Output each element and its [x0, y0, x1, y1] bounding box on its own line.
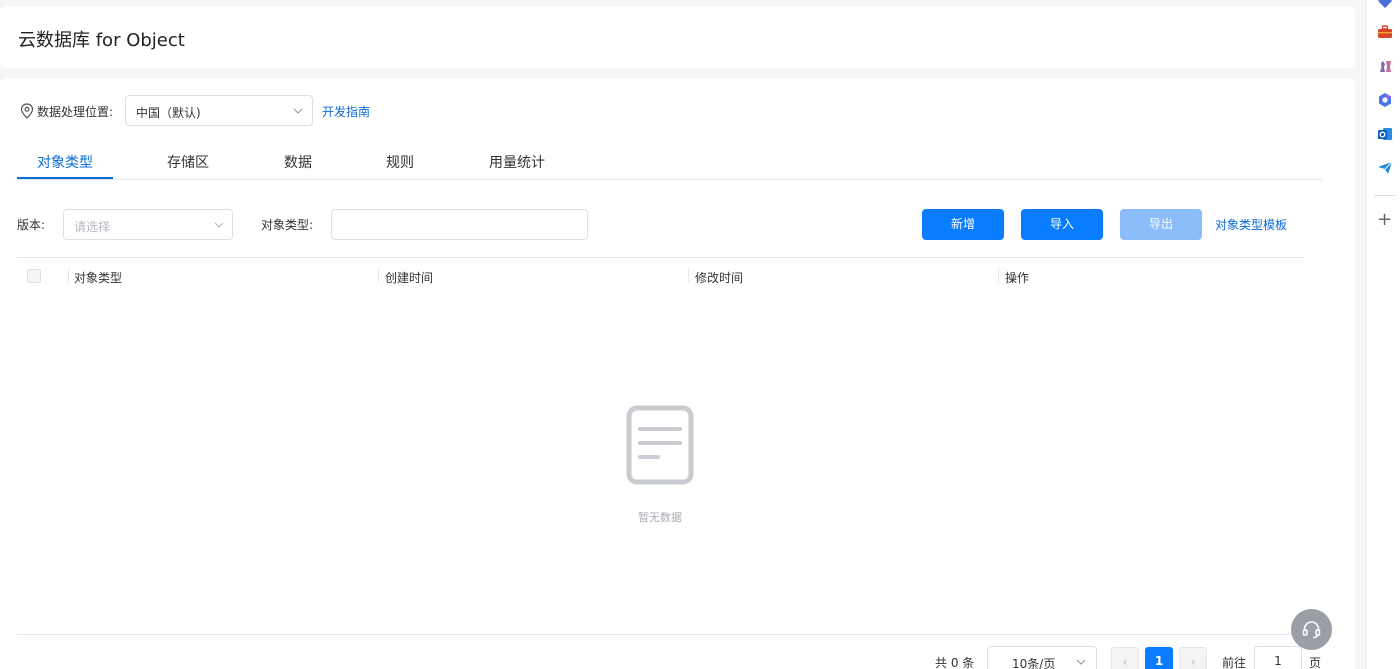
column-header-object-type: 对象类型 [74, 271, 123, 285]
chevron-down-icon [1076, 659, 1086, 665]
tab-bar: 对象类型 存储区 数据 规则 用量统计 [17, 145, 1322, 180]
version-label: 版本: [17, 218, 46, 232]
customer-support-button[interactable] [1291, 609, 1332, 650]
select-all-checkbox[interactable] [27, 269, 41, 283]
column-header-created-time: 创建时间 [385, 271, 434, 285]
tab-usage-stats[interactable]: 用量统计 [489, 152, 545, 172]
dev-guide-link[interactable]: 开发指南 [322, 103, 370, 120]
location-select[interactable]: 中国（默认) [125, 95, 313, 126]
location-selected-value: 中国（默认) [136, 106, 201, 120]
tab-storage-zone[interactable]: 存储区 [167, 152, 209, 172]
version-select[interactable]: 请选择 [63, 209, 233, 240]
tab-data[interactable]: 数据 [284, 152, 312, 172]
import-button[interactable]: 导入 [1021, 209, 1103, 240]
add-button[interactable]: 新增 [922, 209, 1004, 240]
chevron-down-icon [214, 222, 224, 228]
prev-page-button[interactable]: ‹ [1111, 647, 1139, 669]
object-type-label: 对象类型: [261, 218, 314, 232]
empty-state-text: 暂无数据 [638, 511, 682, 524]
object-type-input[interactable] [331, 209, 588, 240]
diamond-icon[interactable] [1377, 0, 1393, 9]
header-card: 云数据库 for Object [0, 6, 1355, 68]
outlook-icon[interactable] [1377, 126, 1393, 142]
chess-icon[interactable] [1377, 58, 1393, 74]
version-placeholder: 请选择 [74, 220, 111, 234]
object-type-template-link[interactable]: 对象类型模板 [1215, 216, 1287, 233]
tab-object-type[interactable]: 对象类型 [37, 152, 93, 172]
empty-document-icon [626, 405, 694, 485]
footer-divider [17, 634, 1304, 635]
column-divider [998, 268, 999, 282]
right-sidebar: + [1366, 0, 1400, 669]
toolbox-icon[interactable] [1377, 24, 1393, 40]
column-divider [378, 268, 379, 282]
total-count: 共 0 条 [935, 656, 975, 669]
column-divider [68, 268, 69, 282]
active-tab-indicator [17, 177, 113, 179]
chevron-down-icon [293, 108, 303, 114]
table-header: 对象类型 创建时间 修改时间 操作 [17, 257, 1304, 293]
column-header-modified-time: 修改时间 [695, 271, 744, 285]
page-suffix-label: 页 [1309, 656, 1322, 669]
column-divider [688, 268, 689, 282]
column-header-actions: 操作 [1005, 271, 1030, 285]
goto-page-input[interactable] [1254, 646, 1302, 669]
location-label: 数据处理位置: [37, 105, 114, 119]
tab-rules[interactable]: 规则 [386, 152, 414, 172]
next-page-button[interactable]: › [1179, 647, 1207, 669]
plus-icon[interactable]: + [1377, 211, 1392, 229]
rail-divider [1374, 195, 1396, 196]
page-size-select[interactable]: 10条/页 [987, 646, 1097, 669]
page-title: 云数据库 for Object [18, 30, 185, 51]
headset-icon [1302, 621, 1321, 639]
send-icon[interactable] [1377, 160, 1393, 176]
location-pin-icon [20, 103, 34, 119]
hexagon-app-icon[interactable] [1377, 92, 1393, 108]
export-button[interactable]: 导出 [1120, 209, 1202, 240]
page-1-button[interactable]: 1 [1145, 647, 1173, 669]
goto-label: 前往 [1222, 656, 1247, 669]
page-size-value: 10条/页 [1012, 657, 1056, 669]
